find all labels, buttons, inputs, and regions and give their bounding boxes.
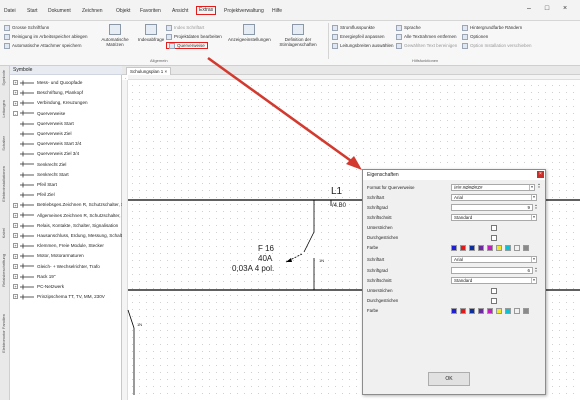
dialog-close-icon[interactable]: × (537, 171, 544, 178)
format-input[interactable]: /#/#.#Ø#Ø#Z# ▾ (451, 184, 535, 191)
left-breaker-contact (127, 309, 135, 329)
unterstrichen-checkbox-1[interactable] (491, 225, 497, 231)
color-swatch[interactable] (496, 245, 502, 251)
schriftschnitt-label-2: Schriftschnitt (367, 278, 392, 283)
color-swatch[interactable] (505, 245, 511, 251)
schriftgrad-label-1: Schriftgrad (367, 205, 388, 210)
color-swatch[interactable] (523, 308, 529, 314)
color-swatch[interactable] (478, 308, 484, 314)
breaker-contact (303, 231, 315, 253)
schriftgrad-label-2: Schriftgrad (367, 268, 388, 273)
color-swatch[interactable] (514, 308, 520, 314)
color-swatch[interactable] (478, 245, 484, 251)
color-swatch[interactable] (523, 245, 529, 251)
chevron-down-icon[interactable]: ▾ (531, 278, 536, 283)
color-swatch[interactable] (514, 245, 520, 251)
schriftgrad-input-1[interactable]: 9 (451, 204, 533, 211)
chevron-down-icon[interactable]: ▾ (529, 185, 534, 190)
dialog-title: Eigenschaften (363, 170, 545, 180)
chevron-down-icon[interactable]: ▾ (531, 257, 536, 262)
unterstrichen-label-2: Unterstrichen (367, 288, 393, 293)
schriftart-label-1: Schriftart (367, 195, 385, 200)
color-swatch[interactable] (487, 245, 493, 251)
chevron-down-icon[interactable]: ▾ (531, 215, 536, 220)
durchgestrichen-checkbox-2[interactable] (491, 298, 497, 304)
schriftgrad-input-2[interactable]: 6 (451, 267, 533, 274)
color-swatch[interactable] (487, 308, 493, 314)
schriftart-label-2: Schriftart (367, 257, 385, 262)
schriftschnitt-label-1: Schriftschnitt (367, 215, 392, 220)
unterstrichen-label-1: Unterstrichen (367, 225, 393, 230)
label-l1: L1 (331, 186, 343, 197)
label-rating: 0,03A 4 pol. (232, 264, 275, 273)
label-1n-left: 1N (137, 322, 143, 327)
color-swatch[interactable] (469, 308, 475, 314)
farbe-label-2: Farbe (367, 308, 379, 313)
schriftschnitt-select-1[interactable]: Standard ▾ (451, 214, 537, 221)
schriftgrad-spin-icon-2[interactable]: ▴ ▾ (534, 267, 538, 274)
farbe-label-1: Farbe (367, 245, 379, 250)
chevron-down-icon[interactable]: ▾ (531, 195, 536, 200)
breaker-actuator-arrow (286, 258, 292, 262)
color-swatch[interactable] (460, 245, 466, 251)
format-label: Format für Querverweise (367, 185, 415, 190)
format-spin-icon[interactable]: ▴ ▾ (537, 183, 541, 190)
unterstrichen-checkbox-2[interactable] (491, 288, 497, 294)
schriftschnitt-select-2[interactable]: Standard ▾ (451, 277, 537, 284)
color-swatch[interactable] (451, 308, 457, 314)
label-40a: 40A (258, 254, 273, 263)
ok-button[interactable]: OK (428, 372, 470, 386)
schriftart-select-1[interactable]: Arial ▾ (451, 194, 537, 201)
durchgestrichen-checkbox-1[interactable] (491, 235, 497, 241)
annotation-arrow-line (207, 56, 355, 165)
label-f16: F 16 (258, 244, 275, 253)
color-swatch[interactable] (469, 245, 475, 251)
app-window: Datei Start Dokument Zeichnen Objekt Fav… (0, 0, 580, 400)
color-swatch[interactable] (505, 308, 511, 314)
label-l1-ref: /4.B0 (332, 203, 347, 209)
color-swatch[interactable] (460, 308, 466, 314)
properties-dialog: Eigenschaften × Format für Querverweise … (362, 169, 546, 395)
label-1n: 1N (319, 258, 325, 263)
schriftart-select-2[interactable]: Arial ▾ (451, 256, 537, 263)
schriftgrad-spin-icon-1[interactable]: ▴ ▾ (534, 204, 538, 211)
color-swatch[interactable] (451, 245, 457, 251)
color-swatch[interactable] (496, 308, 502, 314)
durchgestrichen-label-1: Durchgestrichen (367, 235, 399, 240)
durchgestrichen-label-2: Durchgestrichen (367, 298, 399, 303)
